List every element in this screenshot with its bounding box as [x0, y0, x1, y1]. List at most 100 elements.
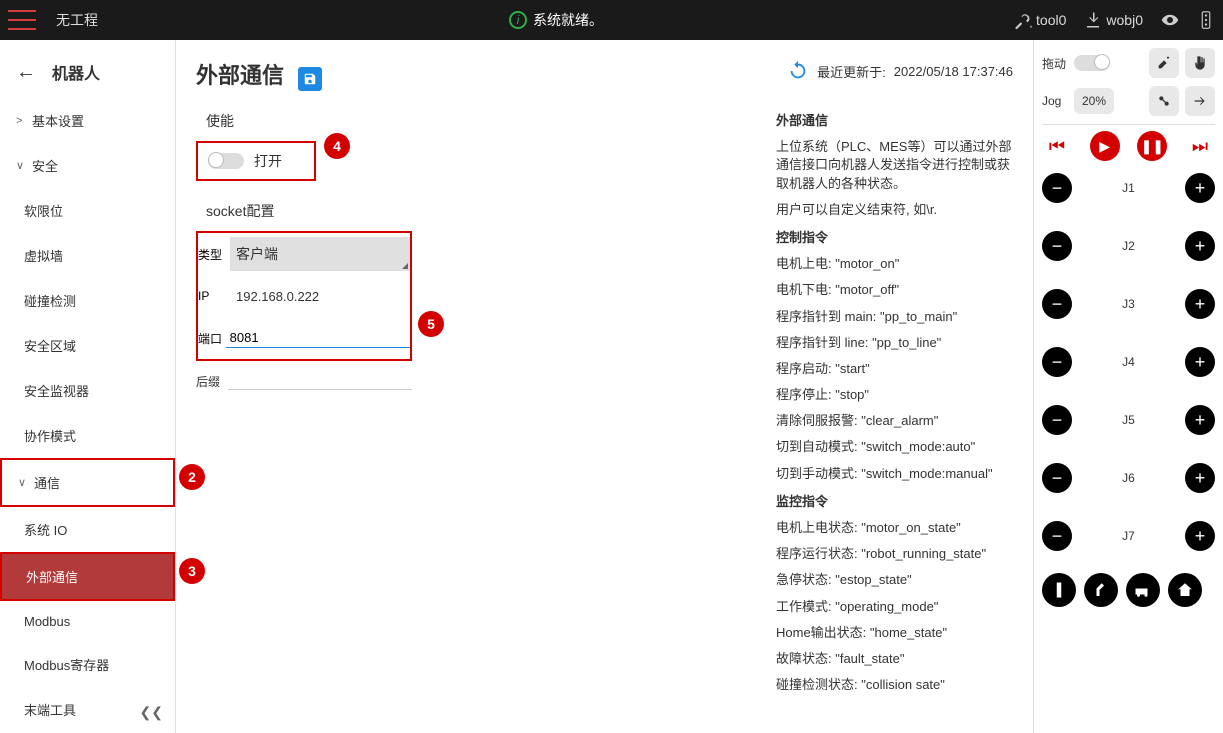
sidebar-item-9[interactable]: 系统 IO: [0, 507, 175, 552]
joint-plus-button[interactable]: +: [1185, 347, 1215, 377]
joint-minus-button[interactable]: −: [1042, 173, 1072, 203]
back-arrow-icon[interactable]: ←: [16, 61, 36, 84]
sidebar-item-7[interactable]: 协作模式: [0, 413, 175, 458]
doc-monitor: 急停状态: "estop_state": [776, 571, 1013, 589]
sidebar-item-label: 基本设置: [32, 111, 84, 130]
arrow-mode-button[interactable]: [1185, 86, 1215, 116]
doc-command: 程序启动: "start": [776, 360, 1013, 378]
joint-label: J3: [1122, 297, 1135, 311]
sidebar-item-0[interactable]: > 基本设置: [0, 98, 175, 143]
joint-minus-button[interactable]: −: [1042, 463, 1072, 493]
joint-row-J3: − J3 +: [1042, 289, 1215, 319]
sidebar-item-5[interactable]: 安全区域: [0, 323, 175, 368]
enable-toggle[interactable]: [208, 153, 244, 169]
bottom-icon-1[interactable]: [1042, 573, 1076, 607]
drag-toggle[interactable]: [1074, 55, 1110, 71]
annotation-marker-3: 3: [179, 558, 205, 584]
joint-label: J7: [1122, 529, 1135, 543]
hand-mode-button[interactable]: [1185, 48, 1215, 78]
sidebar-item-label: 系统 IO: [24, 520, 67, 539]
refresh-icon[interactable]: [787, 60, 809, 82]
bottom-icon-2[interactable]: [1084, 573, 1118, 607]
joint-plus-button[interactable]: +: [1185, 521, 1215, 551]
sidebar-item-8[interactable]: ∨通信: [0, 458, 175, 507]
sidebar-item-11[interactable]: Modbus: [0, 601, 175, 642]
tool-button[interactable]: tool0: [1014, 11, 1066, 29]
joint-plus-button[interactable]: +: [1185, 173, 1215, 203]
sidebar-item-12[interactable]: Modbus寄存器: [0, 642, 175, 687]
doc-monitor: Home输出状态: "home_state": [776, 624, 1013, 642]
type-label: 类型: [198, 246, 230, 263]
joint-plus-button[interactable]: +: [1185, 231, 1215, 261]
annotation-marker-5: 5: [418, 311, 444, 337]
sidebar-item-label: 协作模式: [24, 426, 76, 445]
controller-button[interactable]: [1197, 11, 1215, 29]
doc-command: 程序指针到 line: "pp_to_line": [776, 334, 1013, 352]
port-input[interactable]: [226, 328, 410, 348]
wobj-button[interactable]: wobj0: [1084, 11, 1143, 29]
enable-state-text: 打开: [254, 151, 282, 171]
joint-plus-button[interactable]: +: [1185, 405, 1215, 435]
robot-mode-button[interactable]: [1149, 48, 1179, 78]
bottom-icon-3[interactable]: [1126, 573, 1160, 607]
doc-monitor: 故障状态: "fault_state": [776, 650, 1013, 668]
save-button[interactable]: [298, 67, 322, 91]
sidebar-collapse-icon[interactable]: ❮❮: [140, 704, 163, 721]
sidebar-item-4[interactable]: 碰撞检测: [0, 278, 175, 323]
joint-minus-button[interactable]: −: [1042, 231, 1072, 261]
joint-row-J2: −J2+: [1042, 231, 1215, 261]
speed-value[interactable]: 20%: [1074, 88, 1114, 114]
doc-monitor: 程序运行状态: "robot_running_state": [776, 545, 1013, 563]
visibility-button[interactable]: [1161, 11, 1179, 29]
chevron-icon: >: [16, 115, 26, 127]
doc-monitor: 电机上电状态: "motor_on_state": [776, 519, 1013, 537]
socket-config-box: 类型 客户端 IP 192.168.0.222 端口: [196, 231, 412, 361]
sidebar-header: ← 机器人: [0, 46, 175, 98]
suffix-input[interactable]: [228, 372, 412, 390]
joint-minus-button[interactable]: −: [1042, 347, 1072, 377]
last-updated-value: 2022/05/18 17:37:46: [894, 64, 1013, 79]
info-icon: i: [509, 11, 527, 29]
jog-label: Jog: [1042, 94, 1068, 108]
joint-row-J5: −J5+: [1042, 405, 1215, 435]
suffix-label: 后缀: [196, 373, 228, 390]
chevron-icon: ∨: [16, 159, 26, 172]
right-panel: 拖动 Jog 20% ⏮ ▶ ❚❚ ⏭ −J1+−J2+−J3+−J4+−J5+…: [1033, 40, 1223, 733]
play-button[interactable]: ▶: [1090, 131, 1120, 161]
home-icon-button[interactable]: [1168, 573, 1202, 607]
sidebar-item-10[interactable]: 外部通信: [0, 552, 175, 601]
skip-forward-button[interactable]: ⏭: [1185, 131, 1215, 161]
sidebar-title: 机器人: [52, 60, 100, 84]
joint-label: J1: [1122, 181, 1135, 195]
type-select[interactable]: 客户端: [230, 237, 410, 271]
sidebar-item-label: 安全监视器: [24, 381, 89, 400]
skip-back-button[interactable]: ⏮: [1042, 131, 1072, 161]
joint-plus-button[interactable]: +: [1185, 289, 1215, 319]
main-content: 外部通信 使能 打开 4 socket配置 类型: [176, 40, 1033, 733]
sidebar-item-label: Modbus: [24, 614, 70, 629]
doc-command: 切到自动模式: "switch_mode:auto": [776, 438, 1013, 456]
ip-value: 192.168.0.222: [230, 285, 410, 308]
status-text: 系统就绪。: [533, 10, 603, 30]
sidebar-item-3[interactable]: 虚拟墙: [0, 233, 175, 278]
joint-minus-button[interactable]: −: [1042, 289, 1072, 319]
doc-monitor: 工作模式: "operating_mode": [776, 598, 1013, 616]
socket-section-title: socket配置: [196, 201, 776, 221]
sidebar-item-1[interactable]: ∨安全: [0, 143, 175, 188]
hamburger-menu-icon[interactable]: [8, 10, 36, 30]
annotation-marker-4: 4: [324, 133, 350, 159]
pause-button[interactable]: ❚❚: [1137, 131, 1167, 161]
coord-mode-button[interactable]: [1149, 86, 1179, 116]
sidebar-item-6[interactable]: 安全监视器: [0, 368, 175, 413]
joint-minus-button[interactable]: −: [1042, 405, 1072, 435]
doc-monitor: 碰撞检测状态: "collision sate": [776, 676, 1013, 694]
sidebar-item-2[interactable]: 软限位: [0, 188, 175, 233]
sidebar-item-label: 末端工具: [24, 700, 76, 719]
enable-section-label: 使能: [196, 111, 776, 131]
sidebar-item-label: 通信: [34, 473, 60, 492]
sidebar: ← 机器人 >基本设置∨安全软限位虚拟墙碰撞检测安全区域安全监视器协作模式∨通信…: [0, 40, 176, 733]
joint-minus-button[interactable]: −: [1042, 521, 1072, 551]
joint-plus-button[interactable]: +: [1185, 463, 1215, 493]
top-bar: 无工程 i 系统就绪。 tool0 wobj0: [0, 0, 1223, 40]
dropdown-corner-icon: [402, 263, 408, 269]
